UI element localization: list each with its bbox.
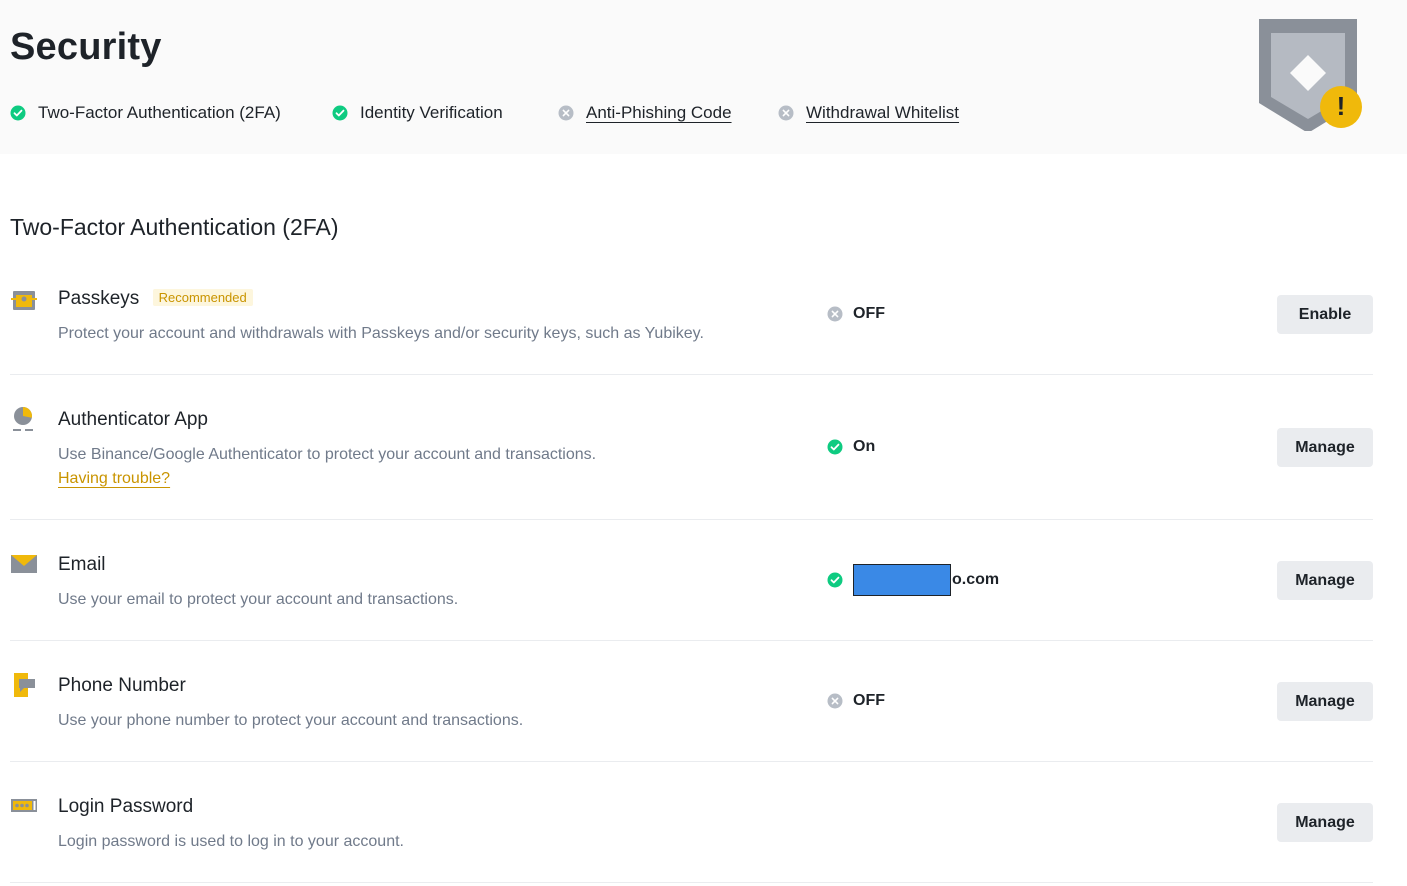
method-name: Authenticator App [58,409,208,430]
method-name: Login Password [58,796,194,817]
password-manage-button[interactable]: Manage [1277,803,1373,842]
method-status: OFF [827,302,885,326]
method-status-text: o.com [952,571,1000,588]
x-circle-icon [827,306,843,322]
method-status: o.com [827,564,1000,596]
email-icon [11,555,37,573]
method-description: Protect your account and withdrawals wit… [58,325,704,342]
x-circle-icon [778,105,794,121]
phone-manage-button[interactable]: Manage [1277,682,1373,721]
status-identity-verification: Identity Verification [332,101,503,125]
check-circle-icon [10,105,26,121]
check-circle-icon [827,572,843,588]
method-status-text: On [853,438,876,455]
method-row-passkeys: Passkeys Recommended Protect your accoun… [10,270,1373,375]
authenticator-manage-button[interactable]: Manage [1277,428,1373,467]
status-label: Two-Factor Authentication (2FA) [38,103,281,122]
passkeys-enable-button[interactable]: Enable [1277,295,1373,334]
method-row-authenticator-app: Authenticator App Use Binance/Google Aut… [10,375,1373,520]
method-description: Login password is used to log in to your… [58,833,404,850]
x-circle-icon [827,693,843,709]
status-withdrawal-whitelist: Withdrawal Whitelist [778,101,959,125]
status-2fa: Two-Factor Authentication (2FA) [10,101,281,125]
method-status-text: OFF [853,305,885,322]
security-header: Security Two-Factor Authentication (2FA)… [0,0,1407,154]
page-title: Security [10,26,162,68]
method-status-text: OFF [853,692,885,709]
authenticator-icon [13,407,33,431]
method-description: Use your email to protect your account a… [58,591,459,608]
check-circle-icon [332,105,348,121]
method-row-phone-number: Phone Number Use your phone number to pr… [10,641,1373,762]
passkey-icon [11,291,37,310]
section-title-2fa: Two-Factor Authentication (2FA) [10,214,339,240]
method-row-email: Email Use your email to protect your acc… [10,520,1373,641]
status-anti-phishing: Anti-Phishing Code [558,101,732,125]
anti-phishing-code-link[interactable]: Anti-Phishing Code [586,103,732,123]
status-label: Identity Verification [360,103,503,122]
withdrawal-whitelist-link[interactable]: Withdrawal Whitelist [806,103,959,123]
row-divider [10,882,1373,883]
password-icon [11,799,37,812]
method-description: Use Binance/Google Authenticator to prot… [58,446,597,463]
method-row-login-password: Login Password Login password is used to… [10,762,1373,883]
method-name: Phone Number [58,675,186,696]
redacted-email-block [853,564,951,596]
method-description: Use your phone number to protect your ac… [58,712,524,729]
method-name: Email [58,554,106,575]
method-status: On [827,435,875,459]
check-circle-icon [827,439,843,455]
email-manage-button[interactable]: Manage [1277,561,1373,600]
warning-exclamation: ! [1336,91,1346,121]
phone-icon [14,673,35,697]
method-name-label: Passkeys [58,288,140,309]
method-status: OFF [827,689,885,713]
having-trouble-link[interactable]: Having trouble? [58,470,170,488]
x-circle-icon [558,105,574,121]
recommended-badge: Recommended [152,289,253,306]
method-name: Passkeys Recommended [58,288,253,310]
